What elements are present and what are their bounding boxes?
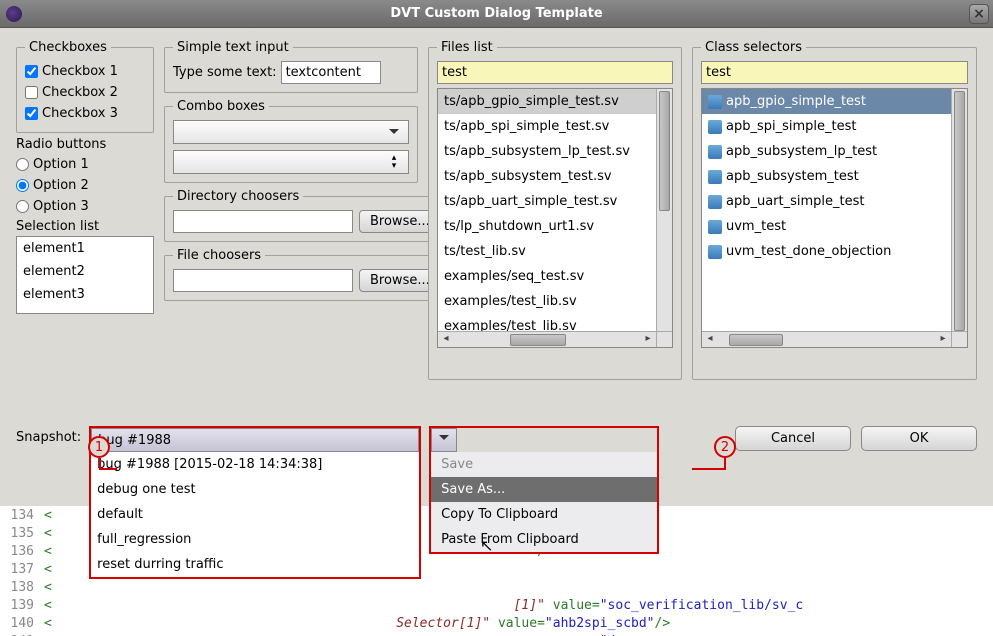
file-item[interactable]: ts/apb_subsystem_lp_test.sv xyxy=(438,139,656,164)
file-item[interactable]: ts/apb_gpio_simple_test.sv xyxy=(438,89,656,114)
callout-2: 2 xyxy=(714,436,736,458)
files-group: Files list ts/apb_gpio_simple_test.sv ts… xyxy=(428,40,682,380)
checkbox-1[interactable] xyxy=(25,65,38,78)
radio-3[interactable] xyxy=(16,200,29,213)
ok-button[interactable]: OK xyxy=(861,426,977,451)
radio-1[interactable] xyxy=(16,158,29,171)
class-item[interactable]: uvm_test_done_objection xyxy=(702,239,951,264)
class-item[interactable]: apb_subsystem_test xyxy=(702,164,951,189)
class-icon xyxy=(708,170,722,184)
radio-2[interactable] xyxy=(16,179,29,192)
dir-chooser-legend: Directory choosers xyxy=(173,189,303,204)
classes-listbox[interactable]: apb_gpio_simple_test apb_spi_simple_test… xyxy=(701,88,968,348)
class-item[interactable]: apb_spi_simple_test xyxy=(702,114,951,139)
combo-1[interactable] xyxy=(173,120,409,144)
snapshot-option[interactable]: debug one test xyxy=(91,477,419,502)
vertical-scrollbar[interactable] xyxy=(656,89,672,331)
classes-legend: Class selectors xyxy=(701,40,806,55)
spinner-icon xyxy=(384,154,404,170)
combo-group: Combo boxes xyxy=(164,99,418,183)
checkboxes-legend: Checkboxes xyxy=(25,40,111,55)
chevron-down-icon xyxy=(384,125,404,139)
class-icon xyxy=(708,95,722,109)
dialog-body: Checkboxes Checkbox 1 Checkbox 2 Checkbo… xyxy=(0,28,993,394)
checkboxes-group: Checkboxes Checkbox 1 Checkbox 2 Checkbo… xyxy=(16,40,154,133)
callout-1: 1 xyxy=(88,436,110,458)
window-title: DVT Custom Dialog Template xyxy=(390,6,602,21)
snapshot-menu-block: Save Save As... Copy To Clipboard Paste … xyxy=(429,426,659,554)
scroll-right-icon[interactable]: ▸ xyxy=(935,333,951,347)
dir-chooser-group: Directory choosers Browse... xyxy=(164,189,450,242)
menu-copy-clipboard[interactable]: Copy To Clipboard xyxy=(431,502,657,527)
bottom-row: Snapshot: bug #1988 bug #1988 [2015-02-1… xyxy=(0,394,993,579)
scroll-left-icon[interactable]: ◂ xyxy=(702,333,718,347)
horizontal-scrollbar[interactable]: ◂ ▸ xyxy=(438,331,656,347)
snapshot-combo-block: bug #1988 bug #1988 [2015-02-18 14:34:38… xyxy=(89,426,421,579)
file-item[interactable]: ts/apb_uart_simple_test.sv xyxy=(438,189,656,214)
selection-legend: Selection list xyxy=(16,217,154,236)
app-icon xyxy=(6,6,22,22)
class-icon xyxy=(708,195,722,209)
titlebar: DVT Custom Dialog Template × xyxy=(0,0,993,28)
combo-2[interactable] xyxy=(173,150,409,174)
class-item[interactable]: apb_subsystem_lp_test xyxy=(702,139,951,164)
file-item[interactable]: examples/test_lib.sv xyxy=(438,314,656,331)
dir-input[interactable] xyxy=(173,210,353,233)
files-legend: Files list xyxy=(437,40,497,55)
cancel-button[interactable]: Cancel xyxy=(735,426,851,451)
file-chooser-legend: File choosers xyxy=(173,248,265,263)
class-item[interactable]: apb_gpio_simple_test xyxy=(702,89,951,114)
file-input[interactable] xyxy=(173,269,353,292)
list-item[interactable]: element3 xyxy=(17,283,153,306)
file-chooser-group: File choosers Browse... xyxy=(164,248,450,301)
file-item[interactable]: ts/test_lib.sv xyxy=(438,239,656,264)
class-item[interactable]: uvm_test xyxy=(702,214,951,239)
simple-text-legend: Simple text input xyxy=(173,40,293,55)
list-item[interactable]: element1 xyxy=(17,237,153,260)
files-listbox[interactable]: ts/apb_gpio_simple_test.sv ts/apb_spi_si… xyxy=(437,88,673,348)
file-item[interactable]: ts/apb_spi_simple_test.sv xyxy=(438,114,656,139)
file-item[interactable]: ts/apb_subsystem_test.sv xyxy=(438,164,656,189)
horizontal-scrollbar[interactable]: ◂ ▸ xyxy=(702,331,951,347)
file-item[interactable]: ts/lp_shutdown_urt1.sv xyxy=(438,214,656,239)
combo-legend: Combo boxes xyxy=(173,99,269,114)
classes-filter-input[interactable] xyxy=(701,61,968,84)
simple-text-label: Type some text: xyxy=(173,65,277,80)
snapshot-dropdown[interactable]: bug #1988 [2015-02-18 14:34:38] debug on… xyxy=(91,452,419,577)
classes-group: Class selectors apb_gpio_simple_test apb… xyxy=(692,40,977,380)
file-item[interactable]: examples/test_lib.sv xyxy=(438,289,656,314)
simple-text-input[interactable] xyxy=(281,61,381,84)
vertical-scrollbar[interactable] xyxy=(951,89,967,331)
snapshot-option[interactable]: default xyxy=(91,502,419,527)
class-item[interactable]: apb_uart_simple_test xyxy=(702,189,951,214)
snapshot-option[interactable]: reset durring traffic xyxy=(91,552,419,577)
snapshot-combo[interactable]: bug #1988 xyxy=(91,428,419,452)
class-icon xyxy=(708,120,722,134)
snapshot-menu[interactable]: Save Save As... Copy To Clipboard Paste … xyxy=(431,452,657,552)
simple-text-group: Simple text input Type some text: xyxy=(164,40,418,93)
radio-legend: Radio buttons xyxy=(16,135,154,154)
menu-paste-clipboard[interactable]: Paste From Clipboard xyxy=(431,527,657,552)
checkbox-3[interactable] xyxy=(25,107,38,120)
scroll-right-icon[interactable]: ▸ xyxy=(640,333,656,347)
class-icon xyxy=(708,220,722,234)
file-item[interactable]: examples/seq_test.sv xyxy=(438,264,656,289)
snapshot-menu-trigger[interactable] xyxy=(431,428,457,452)
snapshot-option[interactable]: bug #1988 [2015-02-18 14:34:38] xyxy=(91,452,419,477)
class-icon xyxy=(708,145,722,159)
snapshot-label: Snapshot: xyxy=(16,426,81,445)
menu-save-as[interactable]: Save As... xyxy=(431,477,657,502)
class-icon xyxy=(708,245,722,259)
checkbox-2[interactable] xyxy=(25,86,38,99)
close-button[interactable]: × xyxy=(969,4,989,24)
chevron-down-icon xyxy=(439,432,449,449)
menu-save[interactable]: Save xyxy=(431,452,657,477)
selection-list[interactable]: element1 element2 element3 xyxy=(16,236,154,314)
scroll-left-icon[interactable]: ◂ xyxy=(438,333,454,347)
files-filter-input[interactable] xyxy=(437,61,673,84)
list-item[interactable]: element2 xyxy=(17,260,153,283)
snapshot-option[interactable]: full_regression xyxy=(91,527,419,552)
